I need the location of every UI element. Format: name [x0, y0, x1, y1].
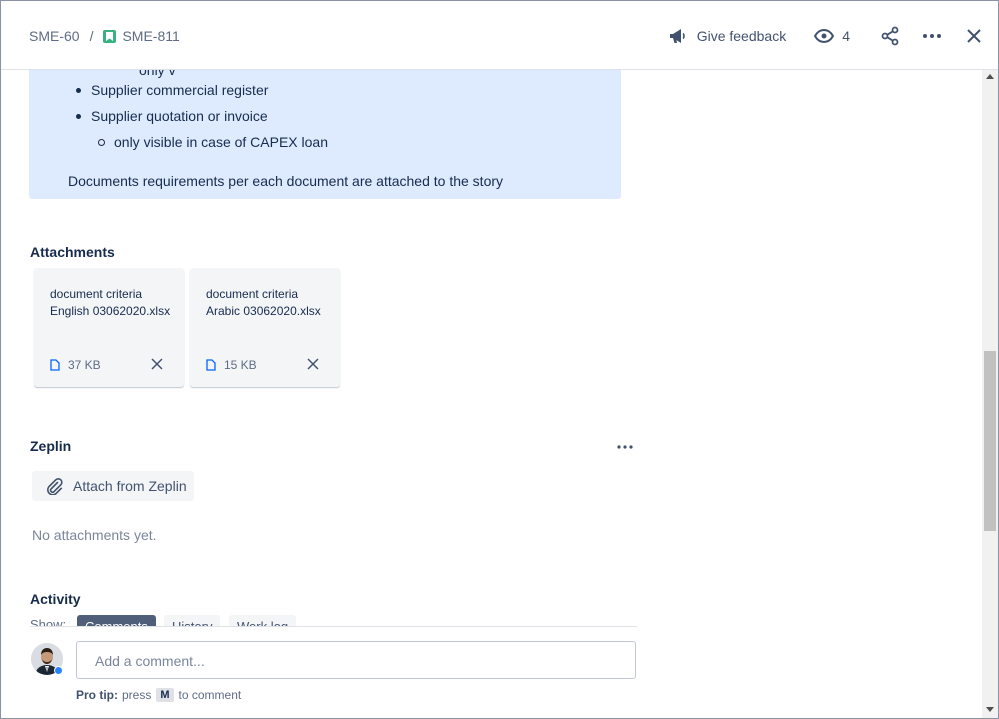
breadcrumb-separator: / [89, 28, 94, 44]
attach-from-zeplin-label: Attach from Zeplin [73, 478, 187, 494]
description-panel: only v Supplier commercial register Supp… [29, 70, 621, 199]
attachment-meta: 37 KB [50, 358, 101, 372]
share-button[interactable] [878, 24, 902, 48]
zeplin-more-icon[interactable] [615, 439, 635, 455]
delete-attachment-icon[interactable] [150, 357, 164, 371]
attachment-card[interactable]: document criteria Arabic 03062020.xlsx 1… [190, 268, 340, 387]
avatar-status-badge [54, 666, 63, 675]
zeplin-title: Zeplin [30, 438, 72, 454]
activity-divider [30, 626, 637, 627]
megaphone-icon [669, 29, 685, 43]
add-comment-input[interactable]: Add a comment... [76, 641, 636, 679]
eye-icon [814, 29, 835, 43]
attachment-meta: 15 KB [206, 358, 257, 372]
document-icon [206, 359, 216, 371]
delete-attachment-icon[interactable] [306, 357, 320, 371]
more-actions-button[interactable] [920, 24, 944, 48]
pro-tip-label: Pro tip: [76, 688, 118, 702]
issue-key-link[interactable]: SME-811 [122, 28, 179, 44]
comment-placeholder: Add a comment... [95, 653, 205, 669]
watchers-button[interactable]: 4 [814, 28, 850, 44]
activity-title: Activity [30, 591, 81, 607]
scrollbar-thumb[interactable] [984, 351, 996, 531]
description-note: Documents requirements per each document… [68, 173, 504, 189]
attachment-name: document criteria English 03062020.xlsx [50, 287, 171, 318]
attach-from-zeplin-button[interactable]: Attach from Zeplin [32, 471, 194, 501]
pro-tip-press: press [122, 688, 152, 702]
pro-tip: Pro tip: press M to comment [76, 688, 241, 702]
issue-dialog: SME-60 / SME-811 Give feedback 4 only v … [0, 0, 999, 719]
list-item: Supplier quotation or invoice [76, 103, 328, 129]
document-icon [50, 359, 60, 371]
description-list: Supplier commercial register Supplier qu… [76, 77, 328, 155]
list-item: Supplier commercial register [76, 77, 328, 103]
story-icon [103, 29, 117, 43]
issue-content: only v Supplier commercial register Supp… [1, 70, 984, 718]
attachment-card[interactable]: document criteria English 03062020.xlsx … [34, 268, 184, 387]
scroll-down-arrow-icon[interactable] [986, 707, 994, 712]
header-actions: Give feedback 4 [668, 21, 998, 51]
attachments-title: Attachments [30, 244, 115, 260]
attachment-size: 37 KB [68, 358, 101, 372]
sub-list-item: only visible in case of CAPEX loan [98, 129, 328, 155]
dialog-header: SME-60 / SME-811 Give feedback 4 [1, 1, 998, 70]
more-horizontal-icon [923, 34, 941, 38]
attachment-name: document criteria Arabic 03062020.xlsx [206, 287, 321, 318]
share-icon [881, 26, 899, 46]
close-button[interactable] [962, 24, 986, 48]
breadcrumb: SME-60 / SME-811 [29, 28, 180, 44]
parent-issue-link[interactable]: SME-60 [29, 28, 80, 44]
zeplin-empty-text: No attachments yet. [32, 527, 157, 543]
pro-tip-rest: to comment [178, 688, 242, 702]
scroll-up-arrow-icon[interactable] [986, 74, 994, 79]
close-icon [967, 29, 981, 43]
attachment-size: 15 KB [224, 358, 257, 372]
give-feedback-button[interactable]: Give feedback [668, 26, 787, 46]
paperclip-icon [47, 477, 63, 495]
keyboard-shortcut-key: M [156, 688, 174, 702]
watchers-count: 4 [842, 28, 850, 44]
feedback-label: Give feedback [696, 28, 787, 44]
